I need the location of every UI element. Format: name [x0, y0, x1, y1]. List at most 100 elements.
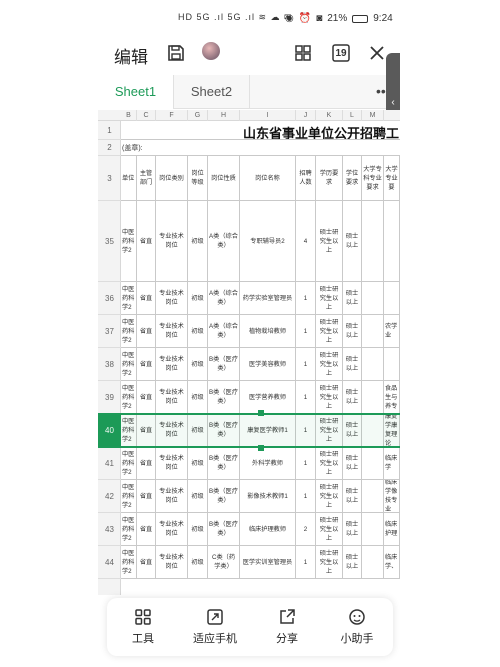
cell-35-i[interactable]: 专职辅导员2: [240, 201, 296, 282]
cell-43-k[interactable]: 硕士研究生以上: [316, 513, 343, 546]
cell-36-n[interactable]: [384, 282, 400, 315]
cell-43-b[interactable]: 中医药科学2: [121, 513, 137, 546]
cell-36-g[interactable]: 初级: [188, 282, 208, 315]
cell-42-b[interactable]: 中医药科学2: [121, 480, 137, 513]
cell-43-i[interactable]: 临床护理教师: [240, 513, 296, 546]
cell-44-f[interactable]: 专业技术岗位: [156, 546, 188, 579]
cell-38-m[interactable]: [362, 348, 384, 381]
column-header-M[interactable]: M: [362, 110, 384, 121]
cell-35-m[interactable]: [362, 201, 384, 282]
cell-38-l[interactable]: 硕士以上: [343, 348, 362, 381]
column-header-K[interactable]: K: [316, 110, 343, 121]
cell-43-f[interactable]: 专业技术岗位: [156, 513, 188, 546]
cell-35-l[interactable]: 硕士以上: [343, 201, 362, 282]
spreadsheet-grid[interactable]: BCFGHIJKLM 1 2 3 35 36 37 38 39 40 41 42 43 44 山东省事业…: [98, 110, 400, 595]
save-icon[interactable]: [165, 42, 187, 64]
cell-41-i[interactable]: 外科学教师: [240, 447, 296, 480]
cell-38-g[interactable]: 初级: [188, 348, 208, 381]
cell-37-m[interactable]: [362, 315, 384, 348]
cell-41-g[interactable]: 初级: [188, 447, 208, 480]
cell-40-m[interactable]: [362, 414, 384, 447]
cell-42-g[interactable]: 初级: [188, 480, 208, 513]
cell-42-f[interactable]: 专业技术岗位: [156, 480, 188, 513]
cell-37-f[interactable]: 专业技术岗位: [156, 315, 188, 348]
fit-phone-button[interactable]: 适应手机: [185, 608, 245, 646]
cell-40-l[interactable]: 硕士以上: [343, 414, 362, 447]
cell-39-g[interactable]: 初级: [188, 381, 208, 414]
cell-44-m[interactable]: [362, 546, 384, 579]
cell-39-b[interactable]: 中医药科学2: [121, 381, 137, 414]
cell-35-g[interactable]: 初级: [188, 201, 208, 282]
cell-40-g[interactable]: 初级: [188, 414, 208, 447]
cell-38-h[interactable]: B类（医疗类）: [208, 348, 240, 381]
cell-41-m[interactable]: [362, 447, 384, 480]
column-header-H[interactable]: H: [208, 110, 240, 121]
column-header-B[interactable]: B: [121, 110, 137, 121]
cell-44-k[interactable]: 硕士研究生以上: [316, 546, 343, 579]
close-icon[interactable]: [366, 42, 388, 64]
cell-36-h[interactable]: A类（综合类）: [208, 282, 240, 315]
row-header-41[interactable]: 41: [98, 447, 121, 480]
cell-43-c[interactable]: 省直: [137, 513, 156, 546]
header-cell-c[interactable]: 主管部门: [137, 156, 156, 201]
row-header-40[interactable]: 40: [98, 414, 121, 447]
row-header-37[interactable]: 37: [98, 315, 121, 348]
cell-41-f[interactable]: 专业技术岗位: [156, 447, 188, 480]
header-cell-l[interactable]: 学位要求: [343, 156, 362, 201]
cell-43-l[interactable]: 硕士以上: [343, 513, 362, 546]
row-header-1[interactable]: 1: [98, 121, 121, 140]
row-header-44[interactable]: 44: [98, 546, 121, 579]
header-cell-f[interactable]: 岗位类别: [156, 156, 188, 201]
header-cell-j[interactable]: 招聘人数: [296, 156, 316, 201]
row-header-42[interactable]: 42: [98, 480, 121, 513]
cell-40-j[interactable]: 1: [296, 414, 316, 447]
cell-37-i[interactable]: 植物栽培教师: [240, 315, 296, 348]
cell-35-h[interactable]: A类（综合类）: [208, 201, 240, 282]
cell-40-n[interactable]: 康复学康复理论: [384, 414, 400, 447]
cell-42-c[interactable]: 省直: [137, 480, 156, 513]
cell-41-n[interactable]: 临床学: [384, 447, 400, 480]
tools-button[interactable]: 工具: [113, 608, 173, 646]
row-header-39[interactable]: 39: [98, 381, 121, 414]
cell-35-k[interactable]: 硕士研究生以上: [316, 201, 343, 282]
cell-37-h[interactable]: A类（综合类）: [208, 315, 240, 348]
cell-38-k[interactable]: 硕士研究生以上: [316, 348, 343, 381]
row-header-3[interactable]: 3: [98, 156, 121, 201]
cell-39-n[interactable]: 食品生与养专: [384, 381, 400, 414]
cell-40-f[interactable]: 专业技术岗位: [156, 414, 188, 447]
cell-35-j[interactable]: 4: [296, 201, 316, 282]
cell-41-l[interactable]: 硕士以上: [343, 447, 362, 480]
cell-43-h[interactable]: B类（医疗类）: [208, 513, 240, 546]
header-cell-n[interactable]: 大学专业要: [384, 156, 400, 201]
cell-35-f[interactable]: 专业技术岗位: [156, 201, 188, 282]
cell-36-i[interactable]: 药学实验室管理员: [240, 282, 296, 315]
cell-40-b[interactable]: 中医药科学2: [121, 414, 137, 447]
cell-39-j[interactable]: 1: [296, 381, 316, 414]
cell-41-c[interactable]: 省直: [137, 447, 156, 480]
cell-37-n[interactable]: 农学业: [384, 315, 400, 348]
column-header-I[interactable]: I: [240, 110, 296, 121]
cell-38-f[interactable]: 专业技术岗位: [156, 348, 188, 381]
cell-40-h[interactable]: B类（医疗类）: [208, 414, 240, 447]
tab-sheet2[interactable]: Sheet2: [174, 75, 250, 109]
cell-43-j[interactable]: 2: [296, 513, 316, 546]
cell-42-h[interactable]: B类（医疗类）: [208, 480, 240, 513]
cell-44-g[interactable]: 初级: [188, 546, 208, 579]
assistant-button[interactable]: 小助手: [327, 608, 387, 646]
cell-39-h[interactable]: B类（医疗类）: [208, 381, 240, 414]
header-cell-h[interactable]: 岗位性质: [208, 156, 240, 201]
header-cell-k[interactable]: 学历要求: [316, 156, 343, 201]
cell-36-f[interactable]: 专业技术岗位: [156, 282, 188, 315]
cell-39-c[interactable]: 省直: [137, 381, 156, 414]
cell-39-l[interactable]: 硕士以上: [343, 381, 362, 414]
header-cell-b[interactable]: 单位: [121, 156, 137, 201]
column-header-J[interactable]: J: [296, 110, 316, 121]
cell-36-b[interactable]: 中医药科学2: [121, 282, 137, 315]
cell-44-h[interactable]: C类（药学类）: [208, 546, 240, 579]
cell-42-k[interactable]: 硕士研究生以上: [316, 480, 343, 513]
cell-43-g[interactable]: 初级: [188, 513, 208, 546]
column-header-C[interactable]: C: [137, 110, 156, 121]
row-header-43[interactable]: 43: [98, 513, 121, 546]
sheet-count-badge[interactable]: 19: [330, 42, 352, 64]
cell-35-n[interactable]: [384, 201, 400, 282]
